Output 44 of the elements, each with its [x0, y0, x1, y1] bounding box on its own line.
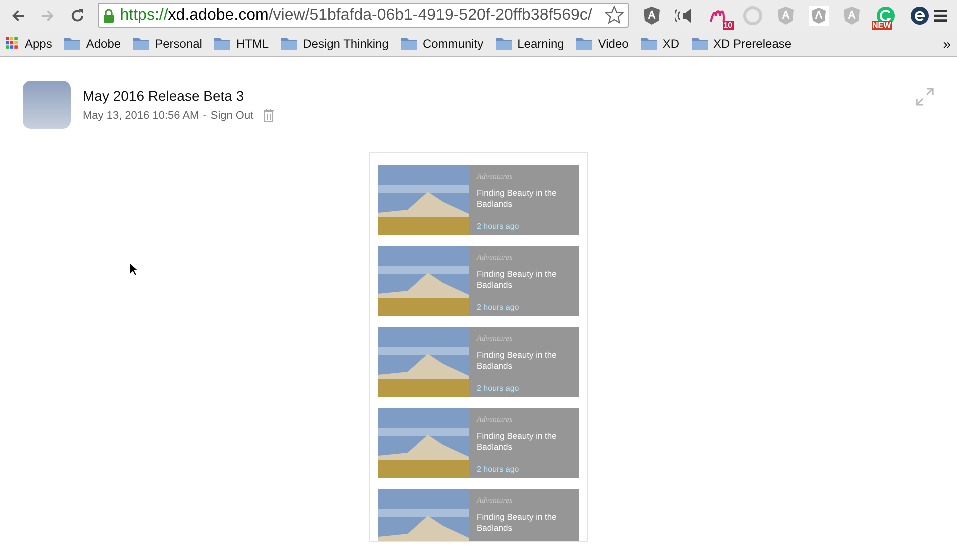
folder-icon	[214, 37, 230, 50]
card-title: Finding Beauty in the Badlands	[477, 512, 557, 534]
bookmark-item[interactable]: Video	[576, 36, 629, 50]
date-text: May 13, 2016 10:56 AM	[83, 110, 200, 122]
time-text: 2 hours ago	[477, 465, 520, 474]
avatar-photo-placeholder	[23, 81, 71, 129]
folder-icon	[400, 37, 417, 50]
folder-icon	[692, 37, 708, 50]
bookmark-item[interactable]: Personal	[133, 36, 202, 50]
folder-icon	[133, 37, 150, 50]
reload-icon[interactable]	[70, 8, 86, 24]
e-circle-icon[interactable]	[910, 6, 930, 26]
time-text: 2 hours ago	[477, 384, 520, 393]
lock-icon	[103, 8, 116, 22]
back-icon[interactable]	[11, 8, 26, 24]
star-icon[interactable]	[604, 6, 624, 25]
bookmark-item[interactable]: Learning	[496, 36, 564, 50]
bookmark-item[interactable]: XD	[640, 36, 680, 50]
folder-icon	[576, 37, 592, 50]
card-title: Finding Beauty in the Badlands	[477, 350, 557, 372]
folder-icon	[281, 37, 298, 50]
bookmark-item[interactable]: Community	[400, 36, 484, 50]
card-title: Finding Beauty in the Badlands	[477, 269, 557, 291]
bookmark-item[interactable]: Design Thinking	[281, 36, 389, 50]
bookmark-item[interactable]: HTML	[214, 36, 270, 50]
mouse-pointer-icon	[129, 262, 139, 277]
address-bar[interactable]: https://xd.adobe.com/view/51bfafda-06b1-4919-520f-20ffb38f569c/	[98, 3, 629, 28]
bookmark-item[interactable]: Adobe	[64, 36, 122, 50]
folder-icon	[496, 37, 512, 50]
time-text: 2 hours ago	[477, 222, 520, 231]
card-title: Finding Beauty in the Badlands	[477, 431, 557, 453]
overflow-chevron[interactable]: »	[943, 36, 951, 52]
folder-icon	[640, 37, 657, 50]
apps-grid-icon	[6, 37, 19, 50]
shield-icon[interactable]	[642, 6, 662, 26]
bookmark-item[interactable]: XD Prerelease	[692, 36, 792, 50]
card-title: Finding Beauty in the Badlands	[477, 188, 557, 210]
bookmark-item[interactable]: Apps	[6, 36, 52, 50]
menu-icon[interactable]	[934, 8, 948, 22]
separator-text: -	[203, 110, 207, 122]
sign-out-link[interactable]: Sign Out	[210, 110, 254, 122]
folder-icon	[64, 37, 80, 50]
time-text: 2 hours ago	[477, 303, 520, 312]
document-title: May 2016 Release Beta 3	[83, 88, 246, 104]
